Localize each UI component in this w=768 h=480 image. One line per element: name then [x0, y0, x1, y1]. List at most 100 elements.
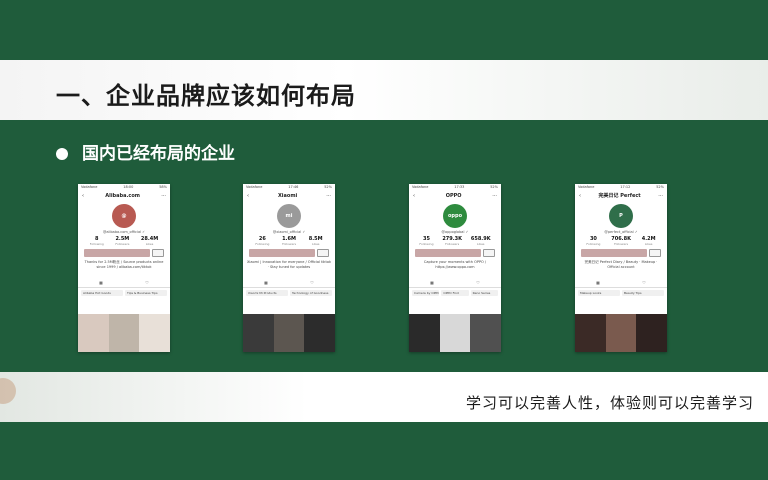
profile-name: Alibaba.com [105, 192, 140, 199]
more-icon[interactable]: ··· [492, 193, 497, 199]
video-thumbnail[interactable] [243, 314, 274, 352]
video-thumbnail[interactable] [409, 314, 440, 352]
battery-text: 52% [490, 185, 498, 189]
phone-screenshot: Vodafone 17:46 52% ‹ Xiaomi ··· mi @xiao… [243, 184, 335, 352]
avatar: @ [112, 204, 136, 228]
video-grid [243, 314, 335, 352]
stat-label: Likes [145, 242, 154, 246]
avatar-logo: mi [285, 213, 293, 219]
profile-tabs: ▦ ♡ [409, 278, 501, 288]
status-bar: Vodafone 17:12 52% [575, 184, 667, 191]
message-button[interactable] [152, 249, 164, 257]
video-thumbnail[interactable] [304, 314, 335, 352]
playlist-row: Alibaba Hot Goods Tips & Business Tips [78, 288, 170, 298]
profile-stat: 8.5M Likes [309, 236, 323, 246]
stat-label: Following [586, 242, 601, 246]
profile-stats: 8 Following 2.5M Followers 28.4M Likes [78, 236, 170, 246]
profile-tabs: ▦ ♡ [575, 278, 667, 288]
message-button[interactable] [649, 249, 661, 257]
playlist-chip[interactable]: Camera by OPPO [412, 290, 440, 296]
stat-label: Followers [115, 242, 130, 246]
follow-button[interactable] [415, 249, 481, 257]
time-text: 17:46 [288, 185, 299, 189]
battery-text: 52% [324, 185, 332, 189]
profile-stat: 658.9K Likes [471, 236, 491, 246]
follow-button[interactable] [84, 249, 150, 257]
profile-nav: ‹ 完美日记 Perfect ··· [575, 191, 667, 200]
grid-tab-icon[interactable]: ▦ [596, 280, 600, 285]
liked-tab-icon[interactable]: ♡ [476, 280, 480, 285]
battery-text: 52% [656, 185, 664, 189]
video-grid [409, 314, 501, 352]
profile-bio: 完美日记 Perfect Diary / Beauty · Makeup · O… [584, 260, 658, 269]
video-thumbnail[interactable] [273, 314, 305, 352]
video-thumbnail[interactable] [439, 314, 471, 352]
playlist-chip[interactable]: Makeup Looks [578, 290, 620, 296]
stat-label: Followers [282, 242, 297, 246]
playlist-chip[interactable]: Beauty Tips [622, 290, 664, 296]
status-bar: Vodafone 17:33 52% [409, 184, 501, 191]
video-thumbnail[interactable] [470, 314, 501, 352]
grid-tab-icon[interactable]: ▦ [264, 280, 268, 285]
profile-tabs: ▦ ♡ [78, 278, 170, 288]
playlist-chip[interactable]: Technology of Goodness [290, 290, 332, 296]
profile-stats: 35 Following 279.3K Followers 658.9K Lik… [409, 236, 501, 246]
grid-tab-icon[interactable]: ▦ [430, 280, 434, 285]
liked-tab-icon[interactable]: ♡ [145, 280, 149, 285]
profile-stat: 1.6M Followers [282, 236, 296, 246]
grid-tab-icon[interactable]: ▦ [99, 280, 103, 285]
avatar-logo: @ [121, 213, 127, 219]
profile-name: OPPO [445, 192, 462, 199]
carrier-text: Vodafone [412, 185, 429, 189]
message-button[interactable] [317, 249, 329, 257]
follow-row [581, 249, 661, 257]
status-bar: Vodafone 17:46 52% [243, 184, 335, 191]
profile-stat: 4.2M Likes [642, 236, 656, 246]
follow-row [84, 249, 164, 257]
video-thumbnail[interactable] [605, 314, 637, 352]
profile-name: 完美日记 Perfect [598, 193, 641, 199]
profile-stat: 28.4M Likes [141, 236, 158, 246]
video-thumbnail[interactable] [636, 314, 667, 352]
time-text: 17:33 [454, 185, 465, 189]
playlist-chip[interactable]: Tips & Business Tips [125, 290, 167, 296]
playlist-row: Camera by OPPO OPPO Find Reno Series [409, 288, 501, 298]
time-text: 18:00 [123, 185, 134, 189]
profile-stat: 30 Following [586, 236, 600, 246]
liked-tab-icon[interactable]: ♡ [642, 280, 646, 285]
profile-nav: ‹ Xiaomi ··· [243, 191, 335, 200]
follow-row [249, 249, 329, 257]
status-bar: Vodafone 18:00 58% [78, 184, 170, 191]
profile-stat: 8 Following [90, 236, 104, 246]
message-button[interactable] [483, 249, 495, 257]
playlist-chip[interactable]: Xiaomi Mi Products [246, 290, 288, 296]
follow-row [415, 249, 495, 257]
playlist-row: Xiaomi Mi Products Technology of Goodness [243, 288, 335, 298]
back-arrow-icon[interactable]: ‹ [579, 193, 581, 199]
stat-label: Following [89, 242, 104, 246]
video-thumbnail[interactable] [78, 314, 109, 352]
video-thumbnail[interactable] [108, 314, 140, 352]
video-thumbnail[interactable] [139, 314, 170, 352]
follow-button[interactable] [249, 249, 315, 257]
stat-label: Likes [644, 242, 653, 246]
liked-tab-icon[interactable]: ♡ [310, 280, 314, 285]
phone-screenshot: Vodafone 17:12 52% ‹ 完美日记 Perfect ··· P … [575, 184, 667, 352]
avatar-logo: oppo [447, 213, 463, 219]
more-icon[interactable]: ··· [658, 193, 663, 199]
profile-bio: Capture your moments with OPPO / https:/… [423, 260, 487, 269]
playlist-chip[interactable]: Alibaba Hot Goods [81, 290, 123, 296]
profile-nav: ‹ OPPO ··· [409, 191, 501, 200]
back-arrow-icon[interactable]: ‹ [82, 193, 84, 199]
follow-button[interactable] [581, 249, 647, 257]
bottom-dark-band [0, 422, 768, 480]
more-icon[interactable]: ··· [326, 193, 331, 199]
video-thumbnail[interactable] [575, 314, 606, 352]
more-icon[interactable]: ··· [161, 193, 166, 199]
back-arrow-icon[interactable]: ‹ [247, 193, 249, 199]
back-arrow-icon[interactable]: ‹ [413, 193, 415, 199]
slogan: 学习可以完善人性，体验则可以完善学习 [465, 394, 754, 412]
avatar-logo: P [619, 213, 623, 219]
playlist-chip[interactable]: OPPO Find [441, 290, 469, 296]
playlist-chip[interactable]: Reno Series [470, 290, 498, 296]
